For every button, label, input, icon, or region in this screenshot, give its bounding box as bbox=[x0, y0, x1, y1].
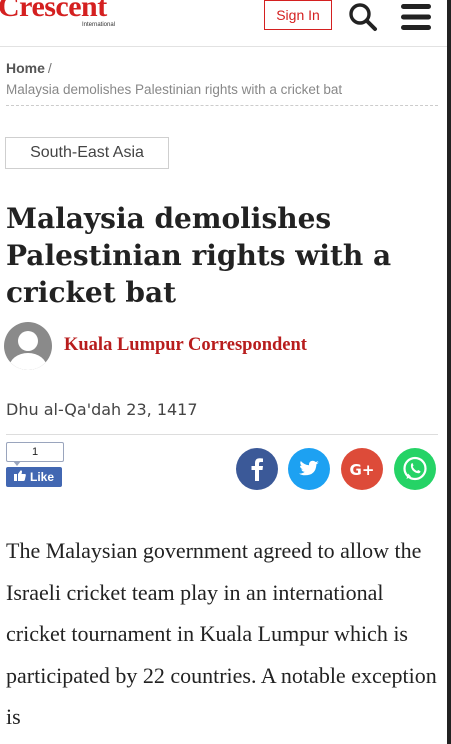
author-avatar-icon bbox=[4, 322, 52, 370]
article-body: The Malaysian government agreed to allow… bbox=[6, 538, 437, 729]
article-title: Malaysia demolishes Palestinian rights w… bbox=[6, 202, 392, 309]
svg-text:G+: G+ bbox=[350, 461, 375, 479]
breadcrumb-divider bbox=[6, 105, 438, 106]
whatsapp-share-icon[interactable] bbox=[394, 448, 436, 490]
like-label: Like bbox=[29, 470, 54, 484]
author-link[interactable]: Kuala Lumpur Correspondent bbox=[64, 335, 307, 356]
like-button[interactable]: Like bbox=[6, 467, 62, 487]
breadcrumb-separator: / bbox=[47, 60, 52, 76]
like-count: 1 bbox=[6, 442, 64, 466]
breadcrumb: Home / Malaysia demolishes Palestinian ri… bbox=[6, 60, 436, 97]
facebook-like-widget: 1 Like bbox=[6, 442, 64, 487]
google-plus-share-icon[interactable]: G+ bbox=[341, 448, 383, 490]
search-icon[interactable] bbox=[347, 2, 379, 32]
breadcrumb-home-link[interactable]: Home bbox=[6, 60, 45, 76]
publish-date: Dhu al-Qa'dah 23, 1417 bbox=[6, 400, 198, 419]
menu-icon[interactable] bbox=[399, 2, 433, 32]
sign-in-button[interactable]: Sign In bbox=[264, 0, 332, 30]
category-tag[interactable]: South-East Asia bbox=[5, 137, 169, 169]
logo-text: Crescent bbox=[0, 0, 107, 23]
date-divider bbox=[6, 434, 438, 435]
site-header: Crescent International Sign In bbox=[0, 0, 451, 47]
breadcrumb-current: Malaysia demolishes Palestinian rights w… bbox=[6, 82, 343, 97]
logo-subtext: International bbox=[82, 22, 116, 28]
thumbs-up-icon bbox=[13, 470, 26, 484]
twitter-share-icon[interactable] bbox=[288, 448, 330, 490]
facebook-share-icon[interactable] bbox=[236, 448, 278, 490]
page-edge-divider bbox=[447, 0, 451, 744]
